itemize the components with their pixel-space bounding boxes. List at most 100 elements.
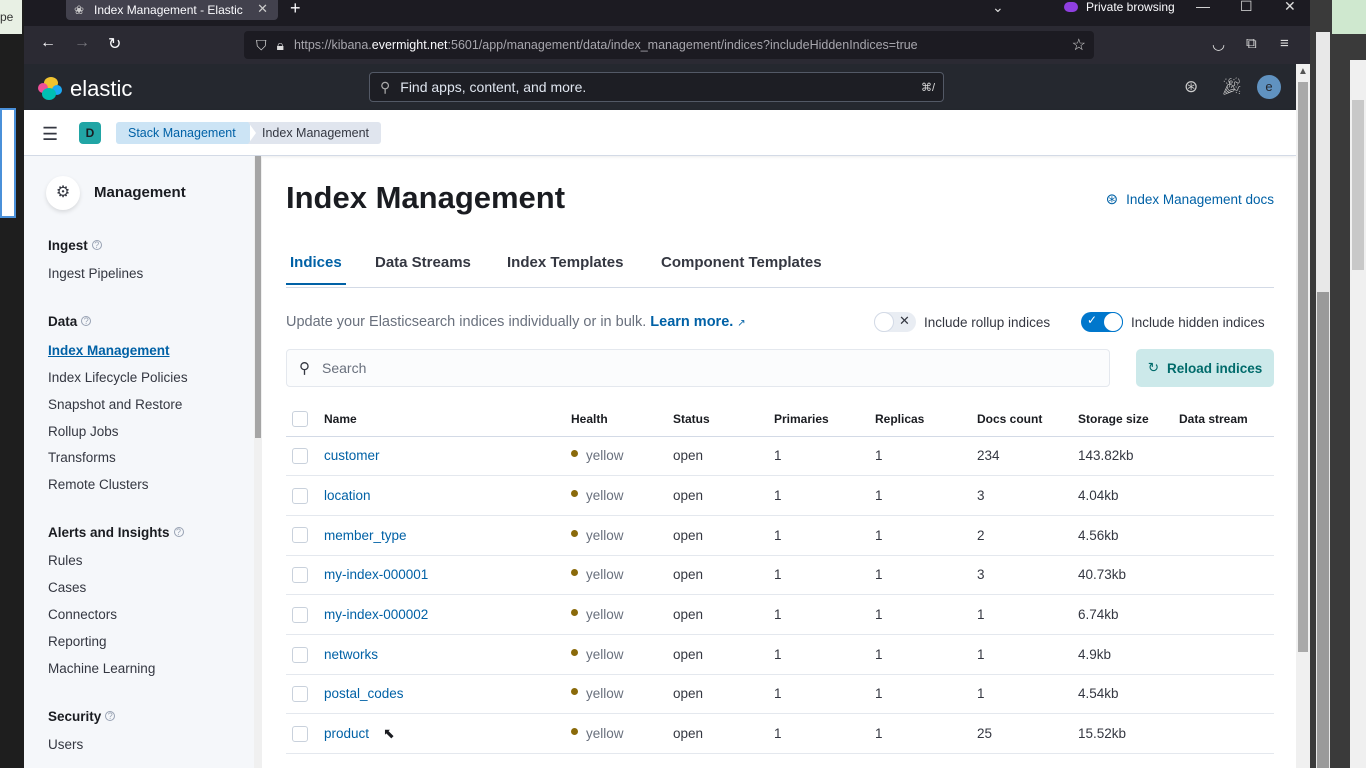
index-name-link[interactable]: member_type: [324, 528, 407, 543]
health-value: yellow: [586, 726, 624, 742]
docs-link[interactable]: ⊛ Index Management docs: [1106, 190, 1274, 208]
sidebar-item-remote-clusters[interactable]: Remote Clusters: [48, 477, 149, 492]
index-name-link[interactable]: postal_codes: [324, 686, 404, 701]
user-avatar[interactable]: e: [1257, 75, 1281, 99]
row-checkbox[interactable]: [292, 606, 308, 623]
background-scrollbar-thumb[interactable]: [1317, 292, 1329, 768]
info-icon[interactable]: ?: [81, 316, 92, 326]
row-checkbox[interactable]: [292, 448, 308, 465]
index-name-link[interactable]: networks: [324, 647, 378, 662]
background-scrollbar-thumb-2[interactable]: [1352, 100, 1364, 270]
close-tab-icon[interactable]: ✕: [257, 1, 268, 17]
column-header-primaries[interactable]: Primaries: [774, 402, 875, 437]
tab-indices[interactable]: Indices: [286, 254, 346, 285]
include-rollup-toggle[interactable]: ✕ Include rollup indices: [874, 312, 1050, 332]
indices-search[interactable]: ⚲: [286, 349, 1110, 387]
sidebar-item-users[interactable]: Users: [48, 737, 83, 752]
sidebar-item-index-management[interactable]: Index Management: [48, 343, 170, 358]
elastic-logo-text: elastic: [70, 76, 133, 101]
learn-more-link[interactable]: Learn more.: [650, 314, 733, 330]
select-all-checkbox[interactable]: [292, 410, 308, 427]
tracking-shield-icon[interactable]: ⛉: [256, 37, 267, 54]
info-icon[interactable]: ?: [173, 527, 184, 537]
health-dot-icon: [571, 648, 578, 656]
news-feed-icon[interactable]: 🎉︎: [1221, 77, 1243, 97]
sidebar-item-connectors[interactable]: Connectors: [48, 607, 117, 622]
row-checkbox[interactable]: [292, 487, 308, 504]
rollup-switch[interactable]: ✕: [874, 312, 916, 332]
sidebar-item-ingest-pipelines[interactable]: Ingest Pipelines: [48, 266, 143, 281]
index-name-link[interactable]: product: [324, 726, 369, 741]
close-window-icon[interactable]: ✕: [1284, 0, 1296, 15]
status-cell: open: [673, 713, 774, 754]
description-text: Update your Elasticsearch indices indivi…: [286, 314, 647, 330]
list-all-tabs-icon[interactable]: ⌄: [992, 0, 1004, 16]
column-header-storage-size[interactable]: Storage size: [1078, 402, 1179, 437]
row-checkbox[interactable]: [292, 527, 308, 544]
app-menu-icon[interactable]: ≡: [1280, 35, 1289, 52]
breadcrumb-stack-management[interactable]: Stack Management: [116, 122, 250, 144]
extensions-icon[interactable]: ⧉: [1246, 35, 1257, 52]
sidebar-item-machine-learning[interactable]: Machine Learning: [48, 661, 155, 676]
sidebar-item-reporting[interactable]: Reporting: [48, 634, 107, 649]
tab-index-templates[interactable]: Index Templates: [503, 254, 627, 283]
include-hidden-toggle[interactable]: ✓ Include hidden indices: [1081, 312, 1265, 332]
primaries-cell: 1: [774, 674, 875, 715]
back-icon[interactable]: ←: [40, 34, 56, 52]
sidebar-item-cases[interactable]: Cases: [48, 580, 86, 595]
sidebar-scrollbar-thumb[interactable]: [255, 156, 261, 438]
row-checkbox[interactable]: [292, 646, 308, 663]
sidebar-item-rollup-jobs[interactable]: Rollup Jobs: [48, 424, 119, 439]
index-name-link[interactable]: my-index-000001: [324, 567, 428, 582]
reload-indices-button[interactable]: ↻ Reload indices: [1136, 349, 1274, 387]
help-icon[interactable]: ⊛: [1184, 77, 1198, 97]
tab-component-templates[interactable]: Component Templates: [657, 254, 826, 283]
replicas-cell: 1: [875, 555, 977, 596]
column-header-replicas[interactable]: Replicas: [875, 402, 977, 437]
url-bar[interactable]: ⛉ 🔒︎ https://kibana. evermight.net:5601/a…: [244, 31, 1094, 59]
hidden-switch[interactable]: ✓: [1081, 312, 1123, 332]
column-header-data-stream[interactable]: Data stream: [1179, 402, 1274, 437]
index-name-cell: location: [324, 475, 571, 516]
column-header-docs-count[interactable]: Docs count: [977, 402, 1078, 437]
bookmark-star-icon[interactable]: ☆: [1072, 35, 1086, 55]
background-scrollbar[interactable]: [1316, 32, 1330, 768]
maximize-icon[interactable]: ☐: [1240, 0, 1253, 15]
browser-tab[interactable]: ❀ Index Management - Elastic ✕: [66, 0, 278, 20]
status-cell: open: [673, 436, 774, 477]
column-header-status[interactable]: Status: [673, 402, 774, 437]
info-icon[interactable]: ?: [105, 711, 116, 721]
sidebar-item-transforms[interactable]: Transforms: [48, 450, 116, 465]
data-stream-cell: [1179, 674, 1274, 715]
forward-icon[interactable]: →: [74, 34, 90, 52]
space-selector[interactable]: D: [79, 122, 101, 144]
page-scrollbar-thumb[interactable]: [1298, 82, 1308, 652]
background-scrollbar-2[interactable]: [1350, 60, 1366, 768]
lock-icon[interactable]: 🔒︎: [277, 37, 284, 54]
sidebar-item-snapshot-and-restore[interactable]: Snapshot and Restore: [48, 397, 182, 412]
index-name-link[interactable]: my-index-000002: [324, 607, 428, 622]
index-name-link[interactable]: location: [324, 488, 371, 503]
row-checkbox[interactable]: [292, 686, 308, 703]
row-checkbox[interactable]: [292, 567, 308, 584]
data-stream-cell: [1179, 555, 1274, 596]
scroll-up-icon[interactable]: ▲: [1298, 66, 1308, 77]
index-name-link[interactable]: customer: [324, 448, 380, 463]
new-tab-button[interactable]: +: [290, 0, 301, 19]
sidebar-item-index-lifecycle-policies[interactable]: Index Lifecycle Policies: [48, 370, 188, 385]
minimize-icon[interactable]: —: [1196, 0, 1210, 14]
page-scrollbar[interactable]: ▲: [1296, 64, 1310, 768]
tab-data-streams[interactable]: Data Streams: [371, 254, 475, 283]
reload-page-icon[interactable]: ↻: [108, 34, 121, 54]
indices-search-input[interactable]: [322, 360, 1022, 376]
row-checkbox[interactable]: [292, 725, 308, 742]
column-header-name[interactable]: Name: [324, 402, 571, 437]
hamburger-menu-icon[interactable]: ☰: [42, 124, 58, 145]
elastic-logo[interactable]: elastic: [38, 76, 132, 102]
docs-count-cell: 25: [977, 713, 1078, 754]
sidebar-item-rules[interactable]: Rules: [48, 553, 83, 568]
column-header-health[interactable]: Health: [571, 402, 673, 437]
pocket-icon[interactable]: ◡: [1212, 35, 1225, 53]
info-icon[interactable]: ?: [91, 240, 102, 250]
global-search-input[interactable]: ⚲ Find apps, content, and more. ⌘/: [369, 72, 944, 102]
